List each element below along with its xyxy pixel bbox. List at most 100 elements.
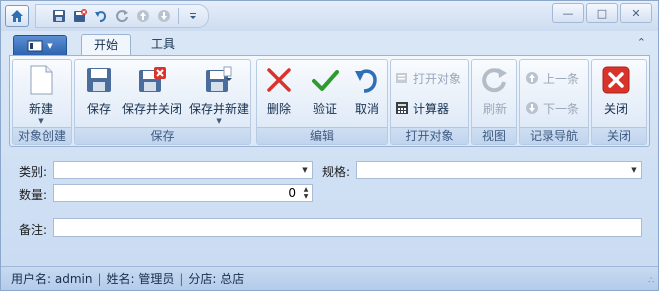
new-document-icon bbox=[25, 64, 57, 96]
group-edit: 删除 验证 取消 编辑 bbox=[256, 59, 388, 145]
refresh-button[interactable]: 刷新 bbox=[479, 64, 511, 126]
prev-record-label: 上一条 bbox=[543, 71, 580, 86]
file-menu-button[interactable]: ▼ bbox=[13, 35, 67, 56]
save-close-button-label: 保存并关闭 bbox=[122, 102, 183, 116]
floppy-close-icon bbox=[136, 64, 168, 96]
maximize-button[interactable]: □ bbox=[586, 3, 618, 23]
qat-undo-button[interactable] bbox=[92, 7, 110, 25]
chevron-down-icon: ▼ bbox=[47, 41, 53, 50]
save-close-button[interactable]: 保存并关闭 bbox=[122, 64, 182, 126]
floppy-close-icon bbox=[74, 9, 87, 22]
group-object-create: 新建 ▼ 对象创建 bbox=[12, 59, 72, 145]
spin-down-icon[interactable]: ▼ bbox=[304, 193, 309, 200]
group-label-open: 打开对象 bbox=[391, 127, 468, 144]
group-label-edit: 编辑 bbox=[257, 127, 387, 144]
prev-record-button[interactable]: 上一条 bbox=[525, 68, 579, 88]
spec-combo[interactable]: ▼ bbox=[356, 161, 642, 179]
refresh-button-label: 刷新 bbox=[482, 102, 507, 116]
remark-label: 备注: bbox=[19, 223, 48, 237]
home-icon bbox=[11, 10, 23, 22]
qat-next-button[interactable] bbox=[155, 7, 173, 25]
tab-home[interactable]: 开始 bbox=[81, 34, 132, 56]
quantity-value: 0 bbox=[288, 186, 296, 200]
open-object-label: 打开对象 bbox=[413, 71, 462, 86]
delete-button-label: 删除 bbox=[266, 102, 291, 116]
category-combo[interactable]: ▼ bbox=[53, 161, 313, 179]
group-label-create: 对象创建 bbox=[13, 127, 71, 144]
qat-customize-button[interactable] bbox=[184, 7, 202, 25]
quantity-label: 数量: bbox=[19, 188, 48, 202]
next-record-label: 下一条 bbox=[543, 101, 580, 116]
ribbon-tab-strip: ▼ 开始 工具 ⌃ bbox=[9, 33, 650, 56]
menu-icon bbox=[27, 40, 43, 51]
close-button-label: 关闭 bbox=[603, 102, 628, 116]
status-name: 姓名: 管理员 bbox=[106, 272, 175, 286]
open-object-button[interactable]: 打开对象 bbox=[395, 68, 461, 88]
floppy-icon bbox=[83, 64, 115, 96]
save-button-label: 保存 bbox=[86, 102, 111, 116]
refresh-icon bbox=[116, 10, 128, 23]
next-record-button[interactable]: 下一条 bbox=[525, 98, 579, 118]
qat-save-close-button[interactable] bbox=[71, 7, 89, 25]
delete-button[interactable]: 删除 bbox=[263, 64, 295, 126]
minimize-button[interactable]: — bbox=[552, 3, 584, 23]
application-window: — □ ✕ ▼ 开始 工具 ⌃ 新建 ▼ 对象创建 保存 保存并关闭 保存并新建… bbox=[0, 0, 659, 291]
save-button[interactable]: 保存 bbox=[83, 64, 115, 126]
chevron-down-icon[interactable]: ▼ bbox=[627, 162, 641, 178]
refresh-icon bbox=[479, 64, 511, 96]
group-save: 保存 保存并关闭 保存并新建 ▼ 保存 bbox=[74, 59, 251, 145]
spec-label: 规格: bbox=[322, 165, 351, 179]
cancel-button-label: 取消 bbox=[354, 102, 379, 116]
save-new-button-label: 保存并新建 bbox=[189, 102, 250, 116]
arrow-down-circle-icon bbox=[158, 10, 170, 22]
qat-prev-button[interactable] bbox=[134, 7, 152, 25]
spin-buttons[interactable]: ▲ ▼ bbox=[300, 185, 312, 201]
close-window-button[interactable]: ✕ bbox=[620, 3, 652, 23]
close-icon bbox=[600, 64, 632, 96]
floppy-icon bbox=[53, 10, 65, 22]
undo-icon bbox=[95, 11, 107, 22]
spin-up-icon[interactable]: ▲ bbox=[304, 186, 309, 193]
group-open-object: 打开对象 计算器 打开对象 bbox=[390, 59, 469, 145]
calculator-button[interactable]: 计算器 bbox=[395, 98, 449, 118]
cancel-button[interactable]: 取消 bbox=[351, 64, 383, 126]
arrow-up-circle-icon bbox=[137, 10, 149, 22]
validate-button[interactable]: 验证 bbox=[309, 64, 341, 126]
calculator-icon bbox=[396, 102, 408, 114]
collapse-ribbon-icon[interactable]: ⌃ bbox=[637, 36, 646, 49]
open-object-icon bbox=[396, 73, 407, 83]
group-label-view: 视图 bbox=[472, 127, 516, 144]
status-branch: 分店: 总店 bbox=[188, 272, 245, 286]
qat-separator bbox=[178, 8, 179, 24]
remark-field[interactable] bbox=[53, 218, 642, 237]
group-close: 关闭 关闭 bbox=[591, 59, 647, 145]
group-view: 刷新 视图 bbox=[471, 59, 517, 145]
floppy-new-icon bbox=[203, 64, 235, 96]
qat-refresh-button[interactable] bbox=[113, 7, 131, 25]
save-new-button[interactable]: 保存并新建 ▼ bbox=[189, 64, 249, 126]
resize-grip-icon[interactable]: ∴ bbox=[648, 276, 654, 286]
record-form: 类别: ▼ 规格: ▼ 数量: 0 ▲ ▼ 备注: bbox=[9, 151, 650, 261]
title-bar: — □ ✕ bbox=[1, 1, 658, 31]
chevron-down-icon[interactable]: ▼ bbox=[298, 162, 312, 178]
arrow-down-circle-icon bbox=[526, 102, 538, 114]
new-button-label: 新建 bbox=[28, 102, 53, 116]
qat-bar bbox=[35, 4, 209, 28]
tab-tools[interactable]: 工具 bbox=[139, 34, 187, 55]
qat-save-button[interactable] bbox=[50, 7, 68, 25]
category-label: 类别: bbox=[19, 165, 48, 179]
quick-access-toolbar bbox=[5, 4, 209, 28]
ribbon-panel: 新建 ▼ 对象创建 保存 保存并关闭 保存并新建 ▼ 保存 删除 验证 取消 编… bbox=[9, 55, 650, 147]
close-button[interactable]: 关闭 bbox=[600, 64, 632, 126]
minimize-icon: — bbox=[562, 6, 574, 20]
validate-button-label: 验证 bbox=[312, 102, 337, 116]
group-record-nav: 上一条 下一条 记录导航 bbox=[519, 59, 589, 145]
calculator-label: 计算器 bbox=[413, 101, 450, 116]
quantity-stepper[interactable]: 0 ▲ ▼ bbox=[53, 184, 313, 202]
maximize-icon: □ bbox=[596, 6, 608, 20]
group-label-nav: 记录导航 bbox=[520, 127, 588, 144]
status-bar: 用户名: admin | 姓名: 管理员 | 分店: 总店 ∴ bbox=[1, 266, 658, 290]
new-button[interactable]: 新建 ▼ bbox=[25, 64, 57, 126]
arrow-up-circle-icon bbox=[526, 72, 538, 84]
app-menu-button[interactable] bbox=[5, 5, 29, 27]
